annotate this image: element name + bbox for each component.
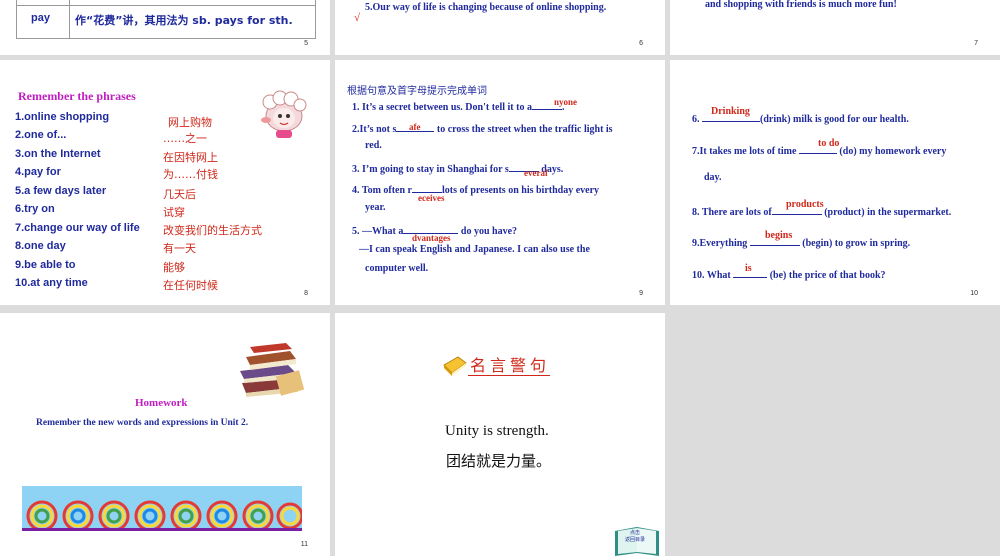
phrase-zh: ……之一: [163, 132, 207, 145]
page-number: 9: [639, 290, 643, 297]
question-5-reply-cont: computer well.: [365, 263, 429, 274]
answer-6: Drinking: [711, 106, 750, 117]
phrase-zh: 能够: [163, 261, 185, 274]
page-number: 5: [304, 40, 308, 47]
page-number: 10: [970, 290, 978, 297]
slide-12: 名言警句 Unity is strength. 团结就是力量。 点击 返回目录: [335, 313, 665, 556]
question-2: 2.It’s not s to cross the street when th…: [352, 121, 613, 135]
phrase-zh: 改变我们的生活方式: [163, 224, 262, 237]
phrase-en: 2.one of...: [15, 129, 67, 141]
phrase-en: 3.on the Internet: [15, 148, 101, 160]
page-number: 8: [304, 290, 308, 297]
phrase-zh: 有一天: [163, 242, 196, 255]
phrase-en: 8.one day: [15, 240, 66, 252]
cartoon-sheep-image: [261, 90, 307, 138]
quotes-heading: 名言警句: [470, 356, 551, 375]
slide-11: Homework Remember the new words and expr…: [0, 313, 330, 556]
vocab-table: pay 作“花费”讲，其用法为 sb. pays for sth.: [16, 0, 316, 39]
table-note: 作“花费”讲，其用法为 sb. pays for sth.: [75, 14, 293, 27]
answer-8: products: [786, 199, 824, 210]
answer-9: begins: [765, 230, 793, 241]
phrase-zh: 为……付钱: [163, 168, 218, 181]
phrase-en: 6.try on: [15, 203, 55, 215]
phrase-en: 1.online shopping: [15, 111, 110, 123]
slide-8: Remember the phrases 1.online shopping 2…: [0, 60, 330, 305]
homework-text: Remember the new words and expressions i…: [36, 418, 249, 428]
question-10: 10. What (be) the price of that book?: [692, 267, 886, 281]
table-word: pay: [31, 12, 50, 24]
slide-9: 根据句意及首字母提示完成单词 1. It’s a secret between …: [335, 60, 665, 305]
answer-7: to do: [818, 138, 840, 149]
homework-title: Homework: [135, 397, 188, 409]
answer-5: dvantages: [412, 233, 451, 243]
answer-10: is: [745, 263, 752, 274]
phrase-zh: 在因特网上: [163, 151, 218, 164]
phrase-zh: 在任何时候: [163, 279, 218, 292]
phrase-zh: 几天后: [163, 188, 196, 201]
book-icon: [443, 356, 467, 376]
phrase-en: 7.change our way of life: [15, 222, 140, 234]
return-label-2: 返回目录: [625, 537, 646, 543]
question-2-cont: red.: [365, 140, 382, 151]
answer-4: eceives: [418, 193, 445, 203]
check-mark: √: [354, 12, 361, 24]
page-number: 11: [300, 541, 308, 548]
page-number: 6: [639, 40, 643, 47]
sentence-5: 5.Our way of life is changing because of…: [365, 2, 607, 13]
heading-underline: [468, 375, 550, 376]
answer-1: nyone: [554, 97, 578, 107]
sentence-end: and shopping with friends is much more f…: [705, 0, 897, 10]
quote-chinese: 团结就是力量。: [446, 452, 552, 470]
question-1: 1. It’s a secret between us. Don't tell …: [352, 99, 564, 113]
slide-10: 6. (drink) milk is good for our health. …: [670, 60, 1000, 305]
question-4-cont: year.: [365, 202, 386, 213]
phrases-title: Remember the phrases: [18, 89, 136, 103]
phrase-en: 5.a few days later: [15, 185, 107, 197]
books-stack-image: [240, 343, 305, 397]
question-4: 4. Tom often r lots of presents on his bi…: [352, 182, 599, 196]
instruction: 根据句意及首字母提示完成单词: [347, 86, 487, 97]
quote-english: Unity is strength.: [445, 423, 549, 439]
page-number: 7: [974, 40, 978, 47]
rainbow-border-image: [22, 486, 302, 531]
slide-5: pay 作“花费”讲，其用法为 sb. pays for sth. 5: [0, 0, 330, 55]
answer-3: everal: [524, 168, 548, 178]
phrase-zh: 试穿: [163, 206, 185, 219]
phrase-en: 4.pay for: [15, 166, 61, 178]
empty-area: [670, 313, 1000, 556]
phrase-zh: 网上购物: [168, 116, 212, 129]
question-5-reply: —I can speak English and Japanese. I can…: [359, 244, 590, 255]
answer-2: afe: [409, 122, 421, 132]
slide-6: 5.Our way of life is changing because of…: [335, 0, 665, 55]
return-to-contents-button[interactable]: 点击 返回目录: [613, 525, 661, 556]
question-7-cont: day.: [704, 172, 722, 183]
question-9: 9.Everything (begin) to grow in spring.: [692, 235, 910, 249]
phrase-en: 10.at any time: [15, 277, 88, 289]
phrase-en: 9.be able to: [15, 259, 76, 271]
return-label-1: 点击: [630, 530, 641, 536]
slide-7: and shopping with friends is much more f…: [670, 0, 1000, 55]
